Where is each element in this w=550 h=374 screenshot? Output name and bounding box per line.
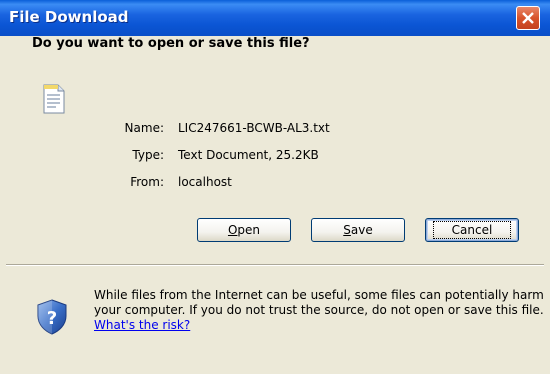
open-button[interactable]: Open [197,218,291,242]
svg-text:?: ? [47,308,57,329]
dialog-question: Do you want to open or save this file? [32,36,310,51]
cancel-button[interactable]: Cancel [425,218,519,242]
file-download-dialog: File Download Do you want to open or sav… [0,0,550,374]
name-label: Name: [124,121,164,135]
window-title: File Download [9,8,129,26]
text-file-icon [43,84,65,114]
cancel-label: Cancel [432,221,512,239]
open-label-rest: pen [237,223,261,237]
type-label: Type: [132,148,164,162]
file-source-value: localhost [178,175,232,189]
save-button[interactable]: Save [311,218,405,242]
title-bar[interactable]: File Download [0,0,550,36]
whats-the-risk-link[interactable]: What's the risk? [94,318,190,332]
close-icon [522,12,534,24]
save-mnemonic: S [343,223,351,237]
close-button[interactable] [516,6,540,30]
save-label-rest: ave [350,223,373,237]
open-mnemonic: O [227,223,238,237]
file-type-value: Text Document, 25.2KB [178,148,319,162]
security-warning: While files from the Internet can be use… [94,288,544,333]
security-shield-icon: ? [37,299,67,335]
file-name-value: LIC247661-BCWB-AL3.txt [178,121,330,135]
separator-highlight [6,265,544,266]
from-label: From: [130,175,164,189]
warning-text: While files from the Internet can be use… [94,288,544,317]
